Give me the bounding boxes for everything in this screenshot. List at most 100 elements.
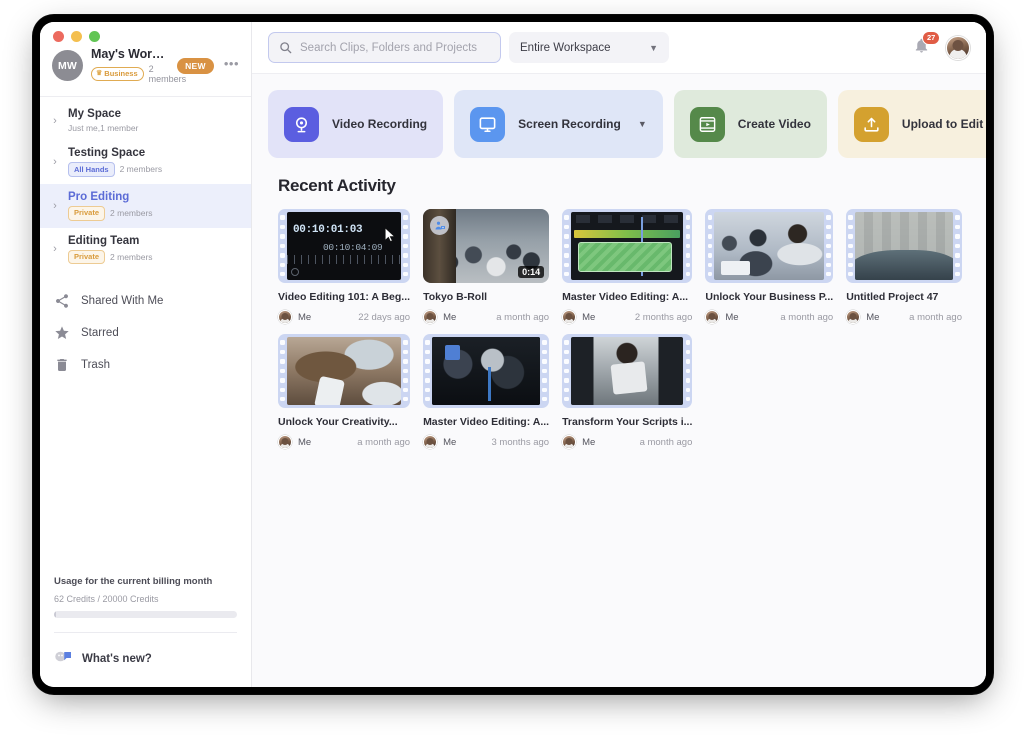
video-card[interactable]: Master Video Editing: A... Me 2 months a…	[562, 209, 693, 324]
thumbnail-image	[855, 212, 953, 280]
whats-new-button[interactable]: What's new?	[40, 633, 251, 687]
film-perforations-right	[540, 334, 549, 408]
video-timestamp: a month ago	[780, 311, 834, 323]
trash-icon	[54, 357, 70, 373]
workspace-header[interactable]: MW May's Workspace ♛ Business 2 members …	[40, 42, 251, 97]
video-card[interactable]: Unlock Your Creativity... Me a month ago	[278, 334, 411, 449]
search-box[interactable]	[268, 32, 501, 63]
space-sub: Just me,1 member	[68, 123, 139, 133]
minimize-window-button[interactable]	[71, 31, 82, 42]
car-scene	[855, 212, 953, 280]
video-timestamp: 3 months ago	[491, 436, 550, 448]
share-icon	[54, 293, 70, 309]
video-thumbnail[interactable]	[278, 334, 411, 408]
thumbnail-image	[571, 212, 684, 280]
app-window: MW May's Workspace ♛ Business 2 members …	[40, 22, 986, 687]
sidebar-item-label: Starred	[81, 327, 119, 340]
notifications-button[interactable]: 27	[913, 30, 941, 59]
sidebar-item-label: Shared With Me	[81, 295, 164, 308]
video-meta: Me 3 months ago	[423, 435, 549, 449]
avatar	[705, 310, 720, 324]
avatar[interactable]	[946, 35, 970, 60]
sidebar-item-editing-team[interactable]: › Editing Team Private 2 members	[40, 228, 251, 272]
timecode-primary: 00:10:01:03	[293, 224, 363, 236]
video-card[interactable]: Transform Your Scripts i... Me a month a…	[562, 334, 693, 449]
film-perforations-right	[683, 334, 692, 408]
upload-to-edit-button[interactable]: Upload to Edit	[837, 90, 986, 158]
video-timestamp: a month ago	[909, 311, 962, 323]
video-thumbnail[interactable]	[562, 334, 693, 408]
video-thumbnail[interactable]: 0:14	[423, 209, 550, 283]
video-card[interactable]: 0:14 Tokyo B-Roll Me a month ago	[423, 209, 550, 324]
video-timestamp: 2 months ago	[634, 311, 693, 323]
space-name: Testing Space	[68, 147, 146, 159]
screen-recording-button[interactable]: Screen Recording ▼	[454, 90, 663, 158]
video-thumbnail[interactable]	[846, 209, 962, 283]
video-meta: Me a month ago	[705, 310, 833, 324]
timeline-scene: 00:10:01:03 00:10:04:09	[287, 212, 402, 280]
avatar	[278, 310, 292, 324]
chevron-down-icon[interactable]: ▼	[638, 119, 647, 129]
star-icon	[54, 325, 70, 341]
space-members: 2 members	[110, 208, 153, 219]
sidebar-item-shared-with-me[interactable]: Shared With Me	[40, 285, 251, 317]
video-timestamp: a month ago	[639, 436, 693, 448]
usage-section: Usage for the current billing month 62 C…	[40, 576, 251, 618]
close-window-button[interactable]	[53, 31, 64, 42]
video-thumbnail[interactable]	[423, 334, 550, 408]
usage-progress-bar	[54, 611, 237, 618]
space-tag: All Hands	[68, 162, 115, 177]
timeline-ruler	[287, 255, 402, 264]
camera-person-icon	[430, 216, 450, 235]
thumbnail-image: 0:14	[423, 209, 550, 283]
sidebar-item-testing-space[interactable]: › Testing Space All Hands 2 members	[40, 140, 251, 184]
workspace-scope-select[interactable]: Entire Workspace ▼	[509, 32, 669, 63]
video-card[interactable]: Untitled Project 47 Me a month ago	[846, 209, 962, 324]
create-video-button[interactable]: Create Video	[673, 90, 827, 158]
top-bar: Entire Workspace ▼ 27	[252, 22, 986, 74]
sidebar-item-my-space[interactable]: › My Space Just me,1 member	[40, 101, 251, 140]
video-title: Unlock Your Creativity...	[278, 416, 398, 428]
video-card[interactable]: Master Video Editing: A... Me 3 months a…	[423, 334, 550, 449]
thumbnail-image	[432, 337, 541, 405]
workspace-more-button[interactable]: •••	[222, 56, 241, 75]
video-recording-button[interactable]: Video Recording	[268, 90, 444, 158]
video-owner: Me	[443, 436, 457, 448]
video-card[interactable]: 00:10:01:03 00:10:04:09 Video Editing 10…	[278, 209, 411, 324]
film-perforations-right	[953, 209, 962, 283]
chevron-right-icon[interactable]: ›	[48, 156, 62, 168]
video-title: Untitled Project 47	[846, 291, 939, 303]
space-name: Pro Editing	[68, 190, 130, 203]
chevron-right-icon[interactable]: ›	[48, 200, 62, 212]
search-icon	[279, 41, 292, 54]
video-thumbnail[interactable]	[705, 209, 834, 283]
video-meta: Me 2 months ago	[562, 310, 692, 324]
sidebar-nav: Shared With Me Starred Trash	[40, 271, 251, 381]
sidebar-item-trash[interactable]: Trash	[40, 349, 251, 381]
space-members: 2 members	[119, 164, 163, 175]
chevron-right-icon[interactable]: ›	[48, 115, 62, 127]
new-pill[interactable]: NEW	[177, 57, 214, 74]
avatar	[846, 310, 861, 324]
presentation-scene	[571, 337, 684, 405]
workspace-name: May's Workspace	[91, 47, 169, 61]
video-title: Master Video Editing: A...	[562, 291, 689, 303]
video-card[interactable]: Unlock Your Business P... Me a month ago	[705, 209, 834, 324]
upload-icon	[853, 106, 889, 142]
megaphone-icon	[54, 649, 73, 669]
video-thumbnail[interactable]	[562, 209, 693, 283]
space-name: Editing Team	[68, 234, 140, 247]
film-perforations-left	[278, 209, 287, 283]
chevron-right-icon[interactable]: ›	[48, 243, 62, 255]
sidebar-item-pro-editing[interactable]: › Pro Editing Private 2 members	[40, 183, 251, 228]
sidebar-item-starred[interactable]: Starred	[40, 317, 251, 349]
space-members: 2 members	[110, 251, 153, 262]
space-list: › My Space Just me,1 member › Testing Sp…	[40, 97, 251, 271]
video-thumbnail[interactable]: 00:10:01:03 00:10:04:09	[278, 209, 411, 283]
maximize-window-button[interactable]	[89, 31, 100, 42]
playhead	[640, 217, 643, 276]
film-perforations-left	[278, 334, 287, 408]
film-perforations-left	[562, 334, 571, 408]
film-play-icon	[689, 106, 725, 142]
search-input[interactable]	[300, 41, 490, 54]
